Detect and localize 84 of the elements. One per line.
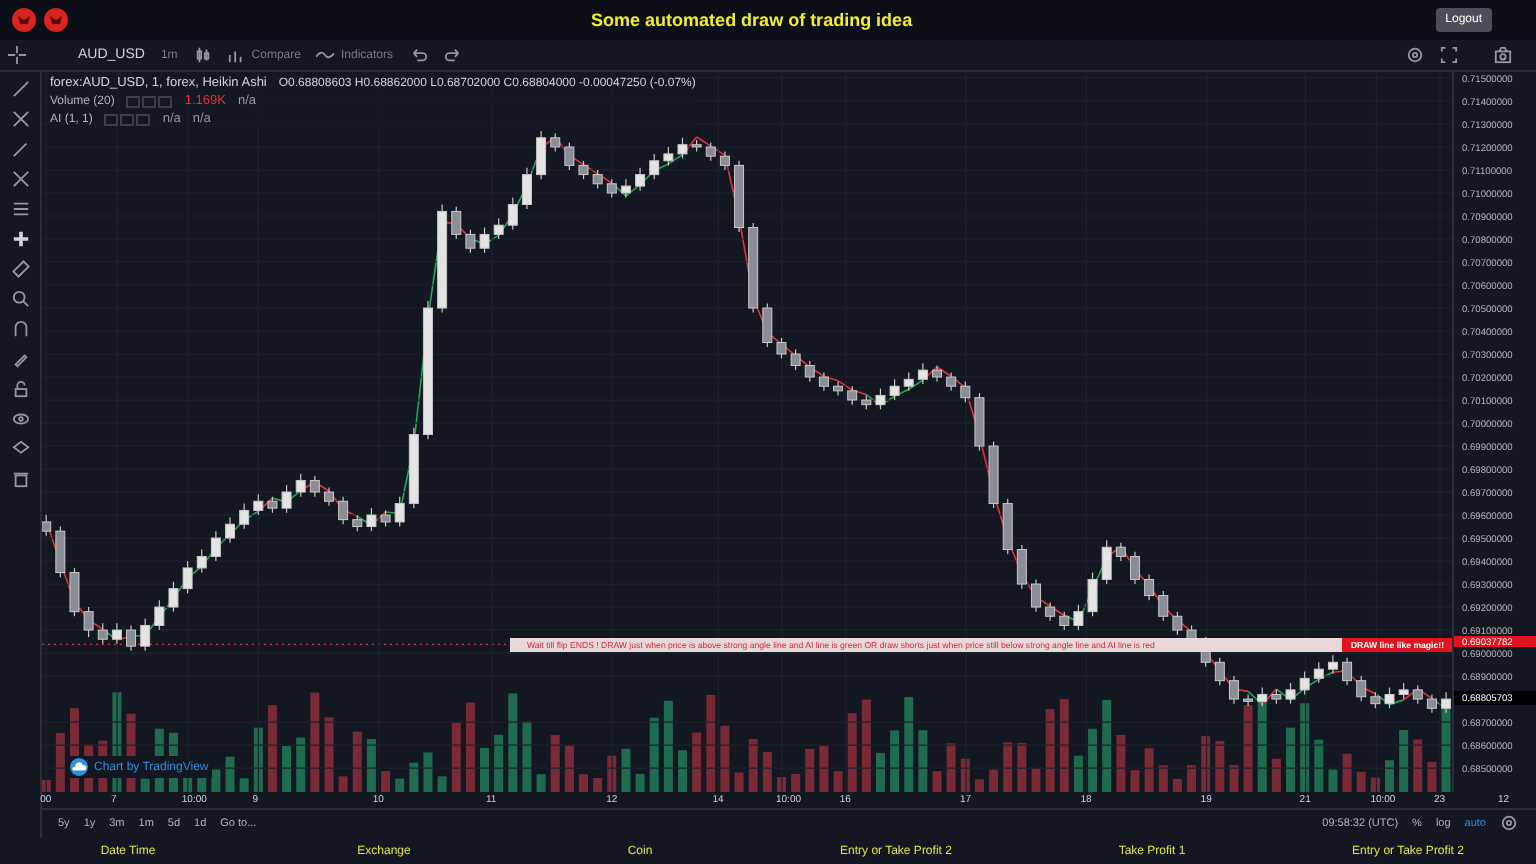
candlestick (239, 502, 250, 530)
candlestick (295, 473, 306, 498)
candlestick (536, 130, 547, 180)
candlestick (804, 360, 815, 383)
candlestick (1257, 686, 1268, 707)
candlestick (521, 167, 532, 210)
line-tool-icon[interactable] (11, 80, 29, 98)
candlestick (818, 371, 829, 392)
candlestick (946, 371, 957, 392)
candlestick (592, 169, 603, 189)
candlestick (1426, 693, 1437, 714)
candlestick (1059, 611, 1070, 631)
candlestick (705, 141, 716, 162)
settings-icon[interactable] (1406, 46, 1424, 64)
candlestick (1115, 542, 1126, 562)
candlestick (394, 496, 405, 528)
redo-icon[interactable] (443, 46, 461, 64)
candlestick (847, 385, 858, 406)
settings-icon[interactable] (1500, 814, 1518, 832)
candlestick (451, 206, 462, 240)
candlestick (196, 548, 207, 574)
candlestick (111, 622, 122, 645)
candlestick (1016, 544, 1027, 590)
logo-icon[interactable] (44, 8, 68, 32)
camera-icon[interactable] (1494, 46, 1512, 64)
ruler-icon[interactable] (11, 260, 29, 278)
candlestick (903, 371, 914, 392)
zoom-icon[interactable] (11, 290, 29, 308)
candlestick (1158, 590, 1169, 622)
undo-icon[interactable] (409, 46, 427, 64)
candlestick (1002, 498, 1013, 555)
candlestick (1129, 551, 1140, 585)
cloud-icon (70, 758, 88, 776)
candlestick (493, 217, 504, 240)
candlestick (97, 622, 108, 645)
candlestick (1299, 670, 1310, 696)
lock-icon[interactable] (11, 380, 29, 398)
page-title: Some automated draw of trading idea (589, 10, 915, 30)
candlestick (507, 197, 518, 231)
candlestick (1412, 684, 1423, 705)
logo-icon[interactable] (12, 8, 36, 32)
candlestick (1356, 675, 1367, 702)
plus-icon[interactable] (11, 230, 29, 248)
candlestick (1144, 574, 1155, 601)
pencil-icon[interactable] (11, 350, 29, 368)
candlestick (762, 302, 773, 348)
candlestick (960, 381, 971, 403)
crosshair-icon[interactable] (8, 46, 26, 64)
candlestick (140, 617, 151, 652)
candlestick (210, 530, 221, 562)
candlestick (154, 599, 165, 631)
candlestick (1031, 578, 1041, 613)
candlestick (620, 178, 631, 199)
candlestick (1342, 657, 1353, 686)
candlestick (42, 514, 52, 537)
candlestick (833, 381, 844, 397)
candlestick (550, 132, 561, 153)
candlestick (1441, 691, 1452, 714)
fullscreen-icon[interactable] (1440, 46, 1458, 64)
bars-icon (227, 46, 246, 64)
magnet-icon[interactable] (11, 320, 29, 338)
candlestick (126, 624, 137, 652)
candlestick (917, 362, 928, 385)
candlestick (225, 516, 236, 544)
candles-icon[interactable] (193, 46, 212, 64)
candlestick (1327, 654, 1338, 675)
candlestick (309, 475, 320, 498)
wave-icon (316, 46, 335, 64)
candlestick (1214, 657, 1225, 686)
eye-icon[interactable] (11, 410, 29, 428)
candlestick (1243, 693, 1254, 707)
candlestick (1313, 661, 1324, 684)
trash-icon[interactable] (11, 470, 29, 488)
candlestick (338, 496, 349, 525)
candlestick (253, 493, 264, 516)
candlestick (1045, 601, 1056, 622)
candlestick (55, 525, 66, 578)
candlestick (1228, 675, 1239, 705)
candlestick (606, 178, 617, 199)
candlestick (719, 150, 730, 171)
candlestick (1101, 539, 1112, 585)
candlestick (649, 153, 660, 180)
candlestick (635, 167, 646, 192)
candlestick (324, 486, 334, 507)
